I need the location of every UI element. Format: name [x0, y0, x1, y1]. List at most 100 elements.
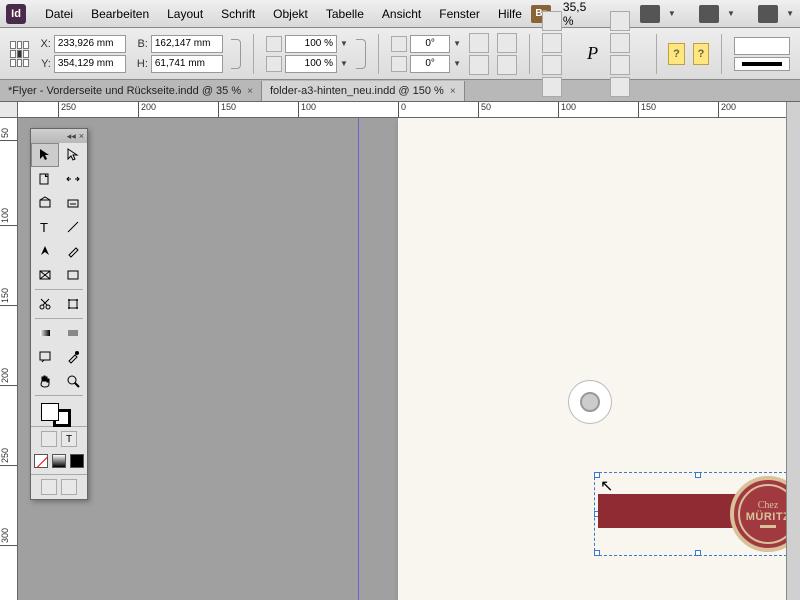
tools-panel-header[interactable]: ◂◂ ×	[31, 129, 87, 143]
select-content-icon[interactable]	[542, 33, 562, 53]
tab-label: *Flyer - Vorderseite und Rückseite.indd …	[8, 85, 241, 97]
menu-datei[interactable]: Datei	[36, 7, 82, 21]
line-tool[interactable]	[59, 215, 87, 239]
menu-fenster[interactable]: Fenster	[430, 7, 489, 21]
scale-x-dd-icon[interactable]: ▼	[340, 39, 348, 48]
x-input[interactable]: 233,926 mm	[54, 35, 126, 53]
resize-handle[interactable]	[594, 472, 600, 478]
note-tool[interactable]	[31, 345, 59, 369]
view-mode-normal-icon[interactable]	[41, 479, 57, 495]
scale-y-dd-icon[interactable]: ▼	[340, 59, 348, 68]
fill-swatch[interactable]	[41, 403, 59, 421]
rotate-cw-icon[interactable]	[469, 55, 489, 75]
scissors-tool[interactable]	[31, 292, 59, 316]
y-input[interactable]: 354,129 mm	[54, 55, 126, 73]
arrange-icon[interactable]	[699, 5, 719, 23]
workspace-dropdown-icon[interactable]: ▼	[786, 9, 794, 18]
apply-none-icon[interactable]	[34, 454, 48, 468]
fill-stroke-swatches[interactable]	[31, 398, 87, 426]
zoom-tool[interactable]	[59, 369, 87, 393]
right-panel-dock[interactable]	[786, 102, 800, 600]
menu-objekt[interactable]: Objekt	[264, 7, 317, 21]
pencil-tool[interactable]	[59, 239, 87, 263]
tab-folder[interactable]: folder-a3-hinten_neu.indd @ 150 %×	[262, 81, 465, 101]
center-content-icon[interactable]	[610, 55, 630, 75]
shear-input[interactable]: 0°	[410, 55, 450, 73]
menu-tabelle[interactable]: Tabelle	[317, 7, 373, 21]
view-mode-preview-icon[interactable]	[61, 479, 77, 495]
collapse-icon[interactable]: ◂◂	[67, 131, 76, 142]
scale-x-input[interactable]: 100 %	[285, 35, 337, 53]
screen-mode-dropdown-icon[interactable]: ▼	[668, 9, 676, 18]
select-prev-icon[interactable]	[542, 55, 562, 75]
page-tool[interactable]	[31, 167, 59, 191]
corner-options-icon[interactable]: ?	[693, 43, 710, 65]
fit-frame-icon[interactable]	[610, 33, 630, 53]
resize-handle[interactable]	[695, 550, 701, 556]
scale-y-input[interactable]: 100 %	[285, 55, 337, 73]
selection-tool[interactable]	[31, 143, 59, 167]
rotate-input[interactable]: 0°	[410, 35, 450, 53]
guide-line[interactable]	[358, 118, 359, 600]
menu-hilfe[interactable]: Hilfe	[489, 7, 531, 21]
effects-icon[interactable]: ?	[668, 43, 685, 65]
constrain-wh-icon[interactable]	[231, 39, 241, 69]
flip-h-icon[interactable]	[497, 33, 517, 53]
resize-handle[interactable]	[594, 550, 600, 556]
arrange-dropdown-icon[interactable]: ▼	[727, 9, 735, 18]
menu-bearbeiten[interactable]: Bearbeiten	[82, 7, 158, 21]
ruler-tick: 150	[638, 102, 656, 118]
tools-panel: ◂◂ × T T	[30, 128, 88, 500]
shear-dd-icon[interactable]: ▼	[453, 59, 461, 68]
document-tabs: *Flyer - Vorderseite und Rückseite.indd …	[0, 80, 800, 102]
reference-point[interactable]	[10, 41, 29, 67]
type-tool[interactable]: T	[31, 215, 59, 239]
apply-color-icon[interactable]	[70, 454, 84, 468]
content-collector-tool[interactable]	[31, 191, 59, 215]
badge-bar	[760, 525, 776, 528]
ruler-tick: 300	[0, 528, 18, 546]
tab-flyer[interactable]: *Flyer - Vorderseite und Rückseite.indd …	[0, 81, 262, 101]
formatting-text-icon[interactable]: T	[61, 431, 77, 447]
direct-selection-tool[interactable]	[59, 143, 87, 167]
width-input[interactable]: 162,147 mm	[151, 35, 223, 53]
flip-v-icon[interactable]	[497, 55, 517, 75]
rotate-dd-icon[interactable]: ▼	[453, 39, 461, 48]
workspace-icon[interactable]	[758, 5, 778, 23]
stroke-style-select[interactable]	[734, 57, 790, 71]
ruler-vertical[interactable]: 50100150200250300	[0, 118, 18, 600]
gradient-swatch-tool[interactable]	[31, 321, 59, 345]
close-icon[interactable]: ×	[247, 86, 253, 97]
eyedropper-tool[interactable]	[59, 345, 87, 369]
free-transform-tool[interactable]	[59, 292, 87, 316]
stroke-weight-input[interactable]	[734, 37, 790, 55]
svg-text:T: T	[40, 220, 48, 234]
hand-tool[interactable]	[31, 369, 59, 393]
formatting-container-icon[interactable]	[41, 431, 57, 447]
close-icon[interactable]: ×	[450, 86, 456, 97]
gap-tool[interactable]	[59, 167, 87, 191]
pen-tool[interactable]	[31, 239, 59, 263]
height-input[interactable]: 61,741 mm	[151, 55, 223, 73]
fill-frame-icon[interactable]	[610, 77, 630, 97]
placed-object[interactable]: Chez MÜRITZ	[598, 476, 798, 552]
ruler-horizontal[interactable]: 250200150100050100150200250	[18, 102, 800, 118]
menu-layout[interactable]: Layout	[158, 7, 212, 21]
paragraph-style-icon[interactable]: P	[583, 43, 602, 64]
ruler-origin[interactable]	[0, 102, 18, 118]
apply-gradient-icon[interactable]	[52, 454, 66, 468]
rotate-ccw-icon[interactable]	[469, 33, 489, 53]
gradient-feather-tool[interactable]	[59, 321, 87, 345]
fit-content-icon[interactable]	[610, 11, 630, 31]
canvas[interactable]: Chez MÜRITZ ↖	[18, 118, 800, 600]
select-next-icon[interactable]	[542, 77, 562, 97]
rectangle-tool[interactable]	[59, 263, 87, 287]
close-icon[interactable]: ×	[79, 131, 84, 141]
rectangle-frame-tool[interactable]	[31, 263, 59, 287]
constrain-scale-icon[interactable]	[356, 39, 366, 69]
content-placer-tool[interactable]	[59, 191, 87, 215]
menu-ansicht[interactable]: Ansicht	[373, 7, 430, 21]
menu-schrift[interactable]: Schrift	[212, 7, 264, 21]
resize-handle[interactable]	[695, 472, 701, 478]
select-container-icon[interactable]	[542, 11, 562, 31]
